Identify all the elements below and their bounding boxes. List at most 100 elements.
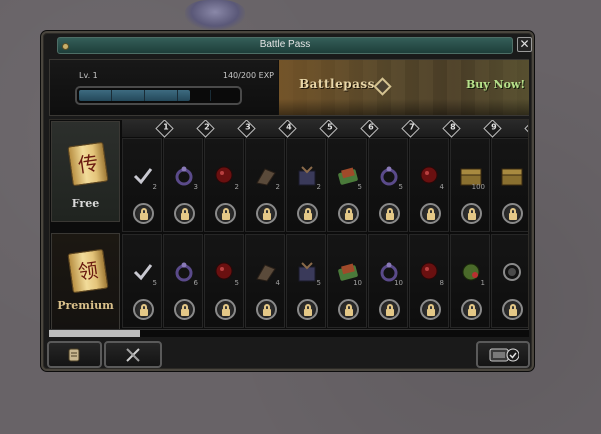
- battle-pass-window: Battle Pass ✕ Lv. 1 140/200 EXP Battlepa…: [41, 31, 534, 371]
- lock-body: [181, 213, 189, 220]
- reward-count: 5: [234, 279, 239, 287]
- free-reward-slot[interactable]: [491, 138, 528, 232]
- level-number: 3: [245, 122, 251, 132]
- lock-icon[interactable]: [379, 299, 400, 320]
- lock-body: [427, 309, 435, 316]
- exp-progress-fill: [79, 90, 191, 101]
- level-number-badge: 2: [196, 120, 215, 138]
- free-reward-slot[interactable]: 2: [245, 138, 285, 232]
- reward-count: 5: [398, 183, 403, 191]
- lock-icon[interactable]: [338, 299, 359, 320]
- premium-reward-slot[interactable]: 10: [327, 234, 367, 328]
- free-reward-slot[interactable]: 2: [122, 138, 162, 232]
- close-button[interactable]: ✕: [517, 37, 532, 52]
- level-number: 9: [491, 122, 497, 132]
- lock-icon[interactable]: [502, 299, 523, 320]
- lock-body: [263, 309, 271, 316]
- lock-icon[interactable]: [174, 203, 195, 224]
- premium-reward-slot[interactable]: 5: [204, 234, 244, 328]
- lock-icon[interactable]: [297, 299, 318, 320]
- premium-reward-slot[interactable]: 5: [122, 234, 162, 328]
- reward-count: 2: [234, 183, 239, 191]
- free-reward-slot[interactable]: 5: [327, 138, 367, 232]
- close-icon: ✕: [519, 37, 530, 51]
- reward-count: 5: [357, 183, 362, 191]
- premium-reward-slot[interactable]: 10: [368, 234, 408, 328]
- free-track-tab[interactable]: 传 Free: [51, 121, 120, 222]
- level-number: 7: [409, 122, 415, 132]
- lock-icon[interactable]: [297, 203, 318, 224]
- level-number: 6: [368, 122, 374, 132]
- lock-body: [222, 213, 230, 220]
- free-reward-slot[interactable]: 3: [163, 138, 203, 232]
- reward-count: 8: [439, 279, 444, 287]
- level-number: 4: [286, 122, 292, 132]
- free-reward-slot[interactable]: 2: [204, 138, 244, 232]
- buy-now-button[interactable]: Buy Now!: [466, 78, 525, 91]
- lock-icon[interactable]: [256, 203, 277, 224]
- rewards-panel: 传 Free 领 Premium 1 2 3 4 5 6 7 8 9 2 3 2 2 2 5 5 4 100 5 6…: [49, 119, 529, 334]
- diamond-icon: [373, 77, 392, 96]
- level-number-badge-partial: [524, 120, 528, 138]
- reward-count: 6: [193, 279, 198, 287]
- level-number-badge: 1: [155, 120, 174, 138]
- lock-body: [345, 213, 353, 220]
- scrollbar-thumb[interactable]: [49, 330, 141, 337]
- premium-reward-slot[interactable]: 6: [163, 234, 203, 328]
- lock-icon[interactable]: [256, 299, 277, 320]
- premium-reward-slot[interactable]: [491, 234, 528, 328]
- lock-body: [509, 309, 517, 316]
- exp-segment: [210, 90, 211, 101]
- level-number-badge: 8: [442, 120, 461, 138]
- free-reward-slot[interactable]: 5: [368, 138, 408, 232]
- lock-icon[interactable]: [215, 203, 236, 224]
- battlepass-banner[interactable]: Battlepass Buy Now!: [279, 60, 529, 115]
- lock-icon[interactable]: [461, 203, 482, 224]
- lock-icon[interactable]: [461, 299, 482, 320]
- lock-body: [140, 309, 148, 316]
- reward-count: 10: [353, 279, 362, 287]
- title-bar[interactable]: Battle Pass: [57, 37, 513, 54]
- free-reward-slot[interactable]: 2: [286, 138, 326, 232]
- premium-reward-slot[interactable]: 5: [286, 234, 326, 328]
- level-number: 1: [163, 122, 169, 132]
- lock-icon[interactable]: [502, 203, 523, 224]
- reward-count: 1: [480, 279, 485, 287]
- premium-reward-slot[interactable]: 8: [409, 234, 449, 328]
- chain-orb-icon: [503, 263, 521, 281]
- lock-icon[interactable]: [215, 299, 236, 320]
- lock-icon[interactable]: [420, 203, 441, 224]
- claim-all-button[interactable]: [476, 341, 530, 368]
- scroll-tab-button[interactable]: [47, 341, 102, 368]
- reward-count: 4: [275, 279, 280, 287]
- battle-button[interactable]: [104, 341, 162, 368]
- reward-grid[interactable]: 1 2 3 4 5 6 7 8 9 2 3 2 2 2 5 5 4 100 5 6 5 4 5 10 10 8 1: [122, 120, 528, 332]
- lock-body: [140, 213, 148, 220]
- lock-body: [345, 309, 353, 316]
- level-number: 8: [450, 122, 456, 132]
- premium-reward-slot[interactable]: 4: [245, 234, 285, 328]
- horizontal-scrollbar[interactable]: [49, 329, 529, 337]
- lock-body: [509, 213, 517, 220]
- exp-segment: [177, 90, 178, 101]
- banner-shadow: [279, 99, 529, 115]
- level-number-badge: 9: [483, 120, 502, 138]
- premium-reward-slot[interactable]: 1: [450, 234, 490, 328]
- lock-icon[interactable]: [338, 203, 359, 224]
- premium-scroll-glyph: 领: [76, 257, 100, 285]
- lock-icon[interactable]: [133, 299, 154, 320]
- level-number-badge: 6: [360, 120, 379, 138]
- premium-track-tab[interactable]: 领 Premium: [51, 233, 120, 334]
- level-number-badge: 7: [401, 120, 420, 138]
- lock-icon[interactable]: [174, 299, 195, 320]
- lock-body: [222, 309, 230, 316]
- free-reward-slot[interactable]: 4: [409, 138, 449, 232]
- scroll-tab-icon: [68, 348, 80, 362]
- free-scroll-glyph: 传: [76, 150, 100, 178]
- lock-icon[interactable]: [379, 203, 400, 224]
- free-reward-slot[interactable]: 100: [450, 138, 490, 232]
- lock-icon[interactable]: [420, 299, 441, 320]
- level-number-badge: 5: [319, 120, 338, 138]
- level-number-row: 1 2 3 4 5 6 7 8 9: [122, 120, 528, 138]
- lock-icon[interactable]: [133, 203, 154, 224]
